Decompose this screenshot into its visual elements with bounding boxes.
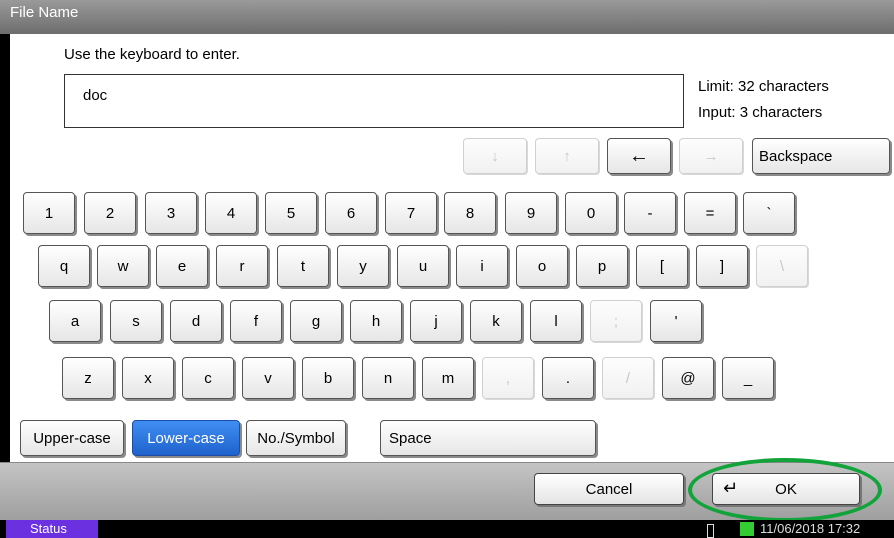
key-equals[interactable]: = <box>684 192 736 234</box>
key-p[interactable]: p <box>576 245 628 287</box>
usb-icon <box>740 522 754 536</box>
key-1[interactable]: 1 <box>23 192 75 234</box>
key-apostrophe[interactable]: ' <box>650 300 702 342</box>
key-d[interactable]: d <box>170 300 222 342</box>
key-backslash[interactable]: \ <box>756 245 808 287</box>
key-comma[interactable]: , <box>482 357 534 399</box>
key-slash[interactable]: / <box>602 357 654 399</box>
file-name-input[interactable]: doc <box>64 74 684 128</box>
dialog-title: File Name <box>0 0 894 34</box>
key-b[interactable]: b <box>302 357 354 399</box>
key-backtick[interactable]: ` <box>743 192 795 234</box>
key-h[interactable]: h <box>350 300 402 342</box>
key-minus[interactable]: - <box>624 192 676 234</box>
key-z[interactable]: z <box>62 357 114 399</box>
limit-text: Limit: 32 characters <box>698 78 829 95</box>
key-f[interactable]: f <box>230 300 282 342</box>
key-at[interactable]: @ <box>662 357 714 399</box>
key-left-bracket[interactable]: [ <box>636 245 688 287</box>
key-7[interactable]: 7 <box>385 192 437 234</box>
cursor-right-button[interactable]: → <box>679 138 743 174</box>
key-right-bracket[interactable]: ] <box>696 245 748 287</box>
key-9[interactable]: 9 <box>505 192 557 234</box>
key-w[interactable]: w <box>97 245 149 287</box>
key-c[interactable]: c <box>182 357 234 399</box>
key-5[interactable]: 5 <box>265 192 317 234</box>
key-8[interactable]: 8 <box>444 192 496 234</box>
key-n[interactable]: n <box>362 357 414 399</box>
key-a[interactable]: a <box>49 300 101 342</box>
key-e[interactable]: e <box>156 245 208 287</box>
key-y[interactable]: y <box>337 245 389 287</box>
ok-label: OK <box>775 480 797 498</box>
key-j[interactable]: j <box>410 300 462 342</box>
space-button[interactable]: Space <box>380 420 596 456</box>
key-s[interactable]: s <box>110 300 162 342</box>
key-q[interactable]: q <box>38 245 90 287</box>
input-count-text: Input: 3 characters <box>698 104 823 121</box>
enter-icon: ↵ <box>723 478 739 498</box>
key-k[interactable]: k <box>470 300 522 342</box>
upper-case-button[interactable]: Upper-case <box>20 420 124 456</box>
key-x[interactable]: x <box>122 357 174 399</box>
key-o[interactable]: o <box>516 245 568 287</box>
arrow-right-icon: → <box>703 147 719 165</box>
arrow-up-icon: ↑ <box>563 147 571 165</box>
key-m[interactable]: m <box>422 357 474 399</box>
file-name-dialog: File Name Use the keyboard to enter. doc… <box>0 0 894 538</box>
cursor-down-button[interactable]: ↓ <box>463 138 527 174</box>
ok-button[interactable]: ↵ OK <box>712 473 860 505</box>
backspace-button[interactable]: Backspace <box>752 138 890 174</box>
key-6[interactable]: 6 <box>325 192 377 234</box>
instruction-text: Use the keyboard to enter. <box>64 46 240 63</box>
cancel-button[interactable]: Cancel <box>534 473 684 505</box>
cursor-left-button[interactable]: ← <box>607 138 671 174</box>
key-2[interactable]: 2 <box>84 192 136 234</box>
key-v[interactable]: v <box>242 357 294 399</box>
arrow-down-icon: ↓ <box>491 147 499 165</box>
key-t[interactable]: t <box>277 245 329 287</box>
key-underscore[interactable]: _ <box>722 357 774 399</box>
key-0[interactable]: 0 <box>565 192 617 234</box>
status-tab[interactable]: Status <box>6 520 98 538</box>
cursor-up-button[interactable]: ↑ <box>535 138 599 174</box>
key-g[interactable]: g <box>290 300 342 342</box>
key-i[interactable]: i <box>456 245 508 287</box>
memory-card-icon <box>707 524 714 538</box>
key-semicolon[interactable]: ; <box>590 300 642 342</box>
key-r[interactable]: r <box>216 245 268 287</box>
key-3[interactable]: 3 <box>145 192 197 234</box>
date-time: 11/06/2018 17:32 <box>760 521 861 536</box>
number-symbol-button[interactable]: No./Symbol <box>246 420 346 456</box>
lower-case-button[interactable]: Lower-case <box>132 420 240 456</box>
key-period[interactable]: . <box>542 357 594 399</box>
key-u[interactable]: u <box>397 245 449 287</box>
arrow-left-icon: ← <box>629 144 649 167</box>
key-4[interactable]: 4 <box>205 192 257 234</box>
key-l[interactable]: l <box>530 300 582 342</box>
